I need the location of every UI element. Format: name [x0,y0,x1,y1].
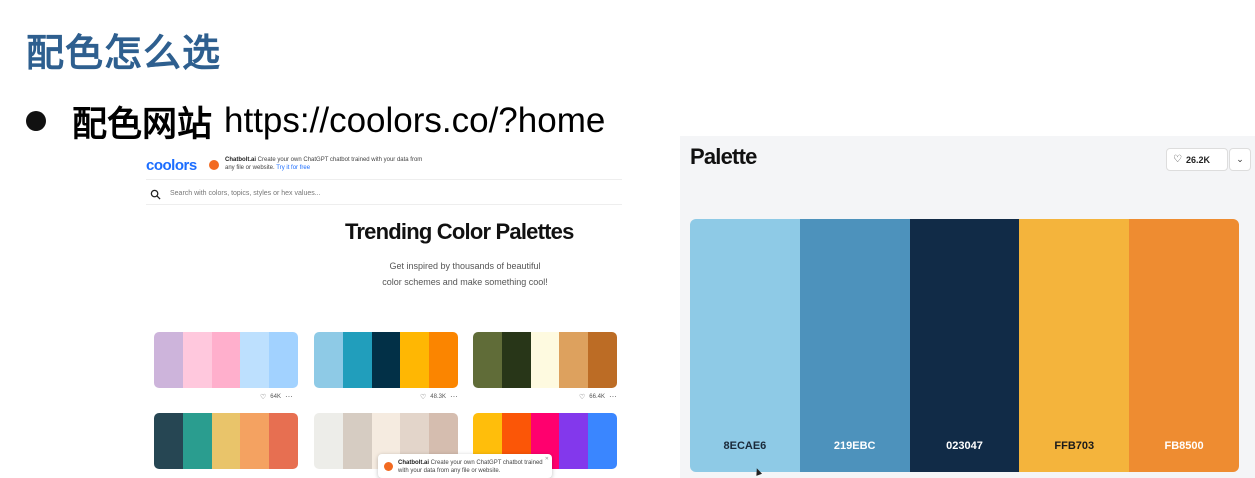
heart-icon[interactable]: ♡ [260,393,266,401]
site-topbar: coolors Chatbolt.ai Create your own Chat… [146,155,622,180]
heart-icon[interactable]: ♡ [579,393,585,401]
palette-card[interactable] [473,332,617,388]
chatbolt-icon [209,160,219,170]
like-count: 26.2K [1185,154,1210,165]
palette-swatch[interactable] [400,332,430,388]
palette-swatch[interactable] [314,332,343,388]
palette-swatch[interactable] [154,413,183,469]
heart-icon: ♡ [1173,154,1182,165]
palette-swatch[interactable] [154,332,183,388]
popup-brand: Chatbolt.ai [398,460,429,466]
more-options-icon[interactable]: ··· [609,392,617,401]
coolors-logo[interactable]: coolors [146,157,197,174]
palette-likes: 66.4K [589,393,605,400]
search-bar[interactable]: Search with colors, topics, styles or he… [146,186,622,205]
chatbolt-icon [384,462,393,471]
color-hex-label[interactable]: 8ECAE6 [690,440,800,452]
ad-brand: Chatbolt.ai [225,157,256,163]
palette-swatch[interactable] [371,332,401,388]
palette-meta: ♡ 66.4K ··· [579,392,617,401]
palette-card[interactable] [314,332,458,388]
palette-likes: 64K [270,393,281,400]
hero-subtitle-line1: Get inspired by thousands of beautiful [389,261,541,271]
more-options-icon[interactable]: ··· [285,392,293,401]
more-options-icon[interactable]: ··· [450,392,458,401]
palette-meta: ♡ 64K ··· [260,392,293,401]
palette-swatch[interactable] [530,332,560,388]
heart-icon[interactable]: ♡ [420,393,426,401]
color-swatch[interactable]: FB8500 [1129,219,1239,472]
color-hex-label[interactable]: FB8500 [1129,440,1239,452]
palette-card[interactable] [154,332,298,388]
color-hex-label[interactable]: 023047 [910,440,1020,452]
palette-swatch[interactable] [559,332,589,388]
slide-title: 配色怎么选 [26,31,222,75]
color-hex-label[interactable]: 219EBC [800,440,910,452]
palette-swatches: 8ECAE6 219EBC 023047 FFB703 FB8500 [690,219,1239,472]
palette-swatch[interactable] [269,413,298,469]
bullet-dot [26,111,46,131]
hero-subtitle-line2: color schemes and make something cool! [382,277,548,287]
like-button[interactable]: ♡ 26.2K [1166,148,1228,171]
palette-swatch[interactable] [182,332,212,388]
coolors-trending-screenshot: coolors Chatbolt.ai Create your own Chat… [142,150,624,478]
ad-banner[interactable]: Chatbolt.ai Create your own ChatGPT chat… [225,156,425,172]
palette-meta: ♡ 48.3K ··· [420,392,458,401]
hero-subtitle: Get inspired by thousands of beautiful c… [357,258,573,290]
palette-detail-screenshot: Palette ♡ 26.2K ⌄ 8ECAE6 219EBC 023047 FFB7… [680,136,1255,478]
palette-swatch[interactable] [429,332,458,388]
palette-swatch[interactable] [342,332,372,388]
hero-title: Trending Color Palettes [345,219,574,244]
palette-swatch[interactable] [501,332,531,388]
palette-swatch[interactable] [182,413,212,469]
palette-swatch[interactable] [473,332,502,388]
palette-swatch[interactable] [342,413,372,469]
palette-swatch[interactable] [240,413,270,469]
search-icon [150,189,161,200]
palette-swatch[interactable] [240,332,270,388]
search-input[interactable]: Search with colors, topics, styles or he… [170,190,321,197]
bullet-label: 配色网站 [72,104,213,145]
palette-card[interactable] [154,413,298,469]
close-icon[interactable]: ✕ [545,456,549,462]
palette-swatch[interactable] [211,332,241,388]
palette-title: Palette [690,144,757,169]
palette-swatch[interactable] [269,332,298,388]
ad-popup[interactable]: Chatbolt.ai Create your own ChatGPT chat… [378,454,552,478]
color-swatch[interactable]: 219EBC [799,219,910,472]
color-swatch[interactable]: 8ECAE6 [690,219,800,472]
bullet-url-link[interactable]: https://coolors.co/?home [224,101,605,141]
palette-likes: 48.3K [430,393,446,400]
color-swatch[interactable]: FFB703 [1019,219,1130,472]
color-hex-label[interactable]: FFB703 [1019,440,1129,452]
popup-text: Chatbolt.ai Create your own ChatGPT chat… [398,459,548,475]
ad-cta-link[interactable]: Try it for free [276,165,310,171]
palette-swatch[interactable] [211,413,241,469]
chevron-down-icon[interactable]: ⌄ [1229,148,1251,171]
palette-swatch[interactable] [314,413,343,469]
palette-swatch[interactable] [588,413,617,469]
palette-swatch[interactable] [559,413,589,469]
color-swatch[interactable]: 023047 [909,219,1020,472]
palette-swatch[interactable] [588,332,617,388]
bullet-line: 配色网站 https://coolors.co/?home [26,96,605,146]
